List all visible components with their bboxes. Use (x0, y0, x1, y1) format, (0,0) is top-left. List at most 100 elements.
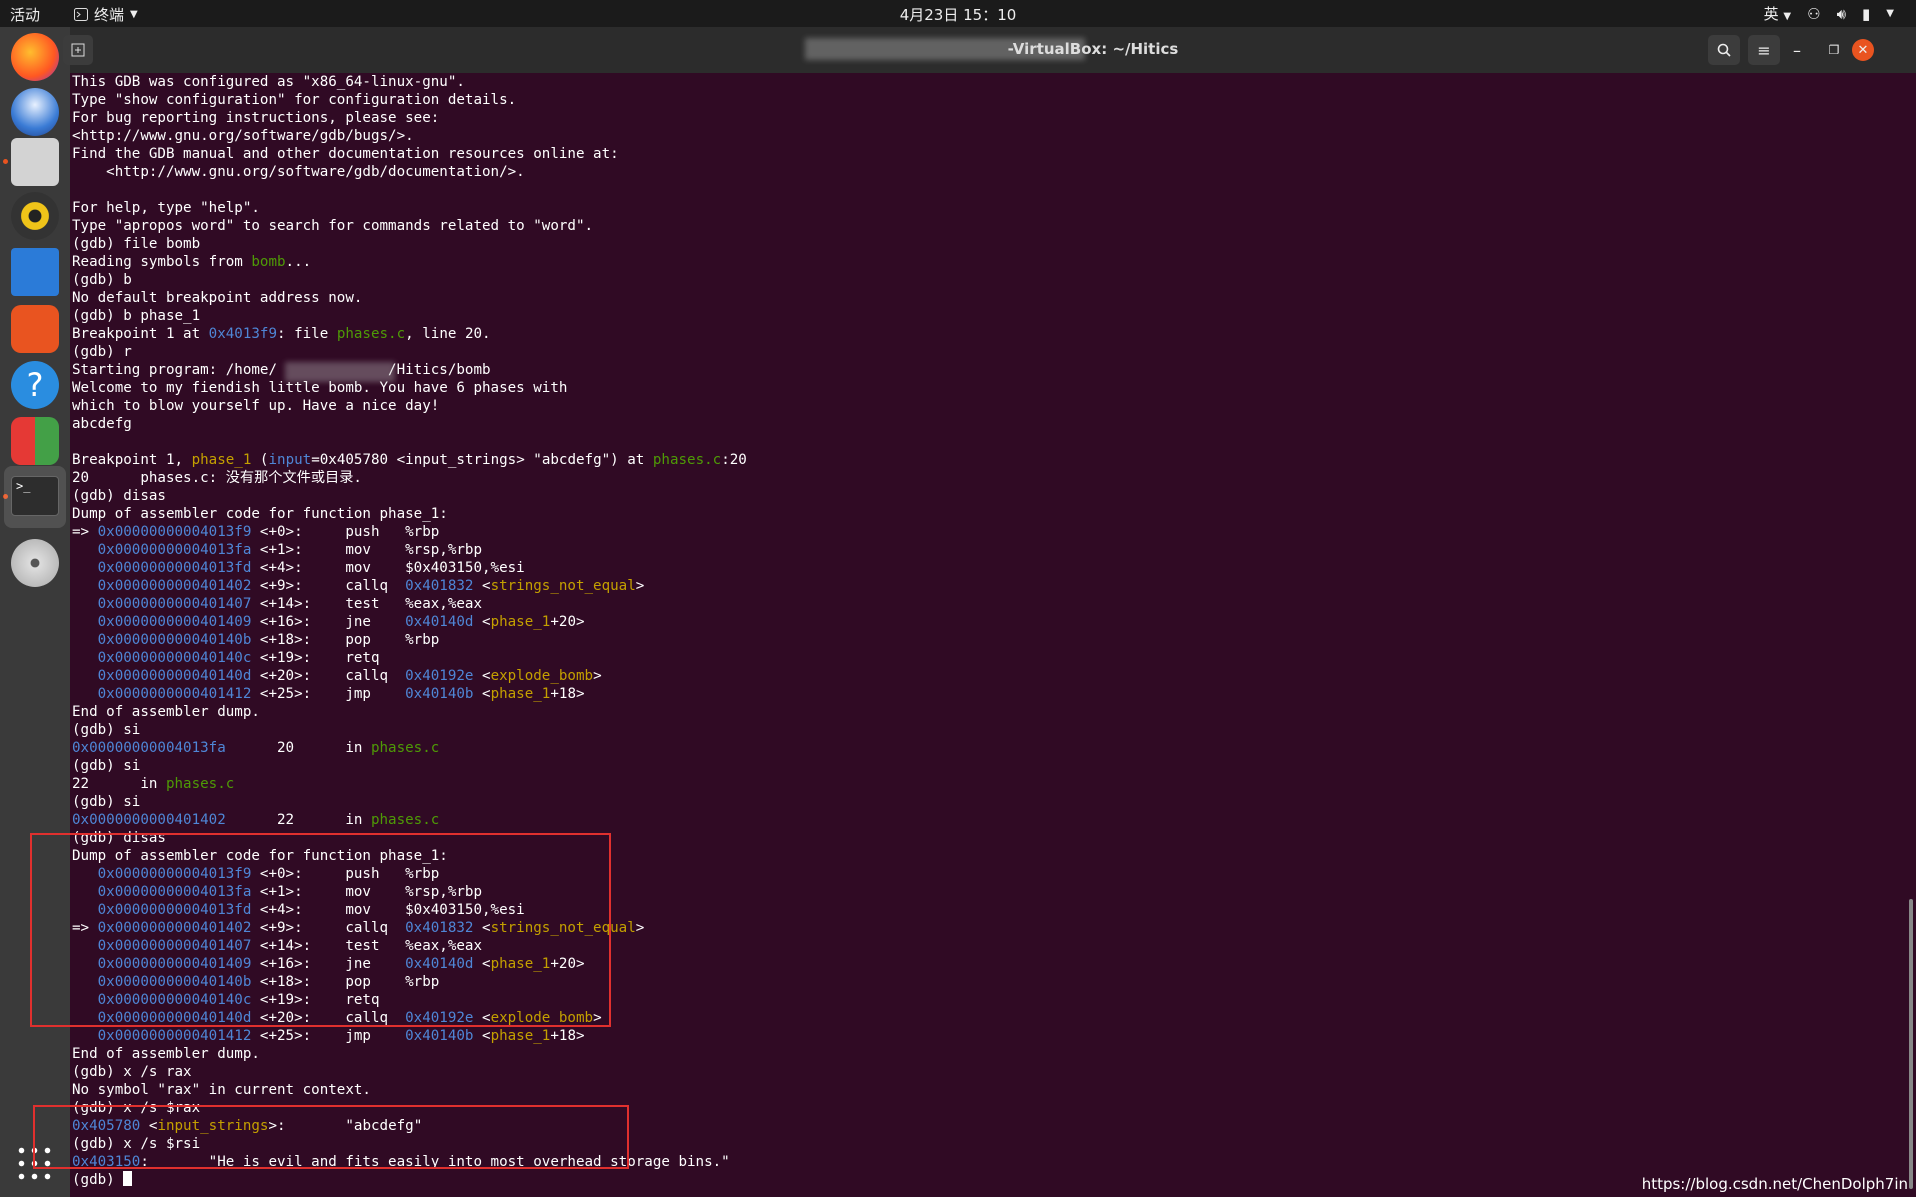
firefox-icon[interactable] (11, 33, 59, 81)
search-icon (1717, 43, 1731, 57)
terminal-line: (gdb) b phase_1 (72, 307, 747, 325)
terminal-line: No default breakpoint address now. (72, 289, 747, 307)
terminal-line: (gdb) si (72, 721, 747, 739)
network-icon: ⚇ (1807, 4, 1821, 23)
terminal-text: /Hitics/bomb (388, 362, 491, 378)
writer-icon[interactable] (11, 248, 59, 296)
terminal-text: => (72, 524, 98, 540)
virtualbox-icon[interactable] (11, 417, 59, 465)
terminal-line: (gdb) r (72, 343, 747, 361)
terminal-text: 0x0000000000401407 (97, 596, 252, 612)
terminal-text: abcdefg (72, 416, 132, 432)
terminal-text: phases.c (336, 326, 406, 342)
minimize-button[interactable]: – (1785, 35, 1809, 65)
terminal-line: (gdb) x /s rax (72, 1063, 747, 1081)
terminal-text: phase_1 (191, 452, 252, 468)
terminal-text: phase_1 (490, 614, 551, 630)
terminal-text: No default breakpoint address now. (72, 290, 363, 306)
terminal-text: <+19>: retq (251, 650, 380, 666)
terminal-text: bomb (251, 254, 286, 270)
terminal-text: <+14>: test %eax,%eax (251, 596, 482, 612)
terminal-line: This GDB was configured as "x86_64-linux… (72, 73, 747, 91)
terminal-text: 20 in (225, 740, 371, 756)
terminal-text: +18> (550, 686, 585, 702)
running-indicator (3, 159, 8, 164)
terminal-text: This GDB was configured as "x86_64-linux… (72, 74, 465, 90)
terminal-line: Type "show configuration" for configurat… (72, 91, 747, 109)
terminal-line: (gdb) si (72, 757, 747, 775)
menu-button[interactable]: ≡ (1748, 35, 1780, 65)
title-bar[interactable]: -VirtualBox: ~/Hitics ≡ – ❐ ✕ (63, 27, 1916, 73)
terminal-line: 0x0000000000401412 <+25>: jmp 0x40140b <… (72, 1027, 747, 1045)
terminal-text: < (473, 668, 491, 684)
terminal-icon[interactable]: >_ (4, 466, 66, 528)
terminal-line: 0x00000000004013fd <+4>: mov $0x403150,%… (72, 559, 747, 577)
terminal-text: Breakpoint 1, (72, 452, 192, 468)
terminal-text: which to blow yourself up. Have a nice d… (72, 398, 440, 414)
terminal-line: End of assembler dump. (72, 1045, 747, 1063)
terminal-text: +20> (550, 614, 585, 630)
terminal-line: 22 in phases.c (72, 775, 747, 793)
terminal-line: Breakpoint 1 at 0x4013f9: file phases.c,… (72, 325, 747, 343)
terminal-text: 0x00000000004013f9 (97, 524, 252, 540)
terminal-text: Reading symbols from (72, 254, 252, 270)
terminal-text: phases.c (165, 776, 235, 792)
terminal-output[interactable]: This GDB was configured as "x86_64-linux… (30, 73, 1916, 1197)
terminal-text: 0x000000000040140d (97, 668, 252, 684)
terminal-text: phase_1 (490, 1028, 551, 1044)
terminal-text: 0x0000000000401412 (97, 686, 252, 702)
terminal-line: Dump of assembler code for function phas… (72, 505, 747, 523)
search-button[interactable] (1708, 35, 1740, 65)
terminal-text: < (473, 1028, 491, 1044)
terminal-text: ( (251, 452, 269, 468)
terminal-text: (gdb) si (72, 758, 141, 774)
clock[interactable]: 4月23日 15：10 (0, 4, 1916, 25)
input-method-indicator[interactable]: 英 ▼ (1764, 3, 1792, 24)
terminal-line: 0x000000000040140d <+20>: callq 0x40192e… (72, 667, 747, 685)
rhythmbox-icon[interactable] (11, 192, 59, 240)
terminal-line: => 0x00000000004013f9 <+0>: push %rbp (72, 523, 747, 541)
terminal-line: abcdefg (72, 415, 747, 433)
terminal-text: =0x405780 <input_strings> "abcdefg") at (311, 452, 653, 468)
window-title: -VirtualBox: ~/Hitics (1007, 40, 1179, 58)
files-icon[interactable] (11, 138, 59, 186)
terminal-text: 0x0000000000401402 (72, 812, 226, 828)
terminal-text: 0x00000000004013fa (97, 542, 252, 558)
maximize-button[interactable]: ❐ (1822, 35, 1846, 65)
terminal-line: For bug reporting instructions, please s… (72, 109, 747, 127)
terminal-text: 0x000000000040140b (97, 632, 252, 648)
disc-icon[interactable] (11, 539, 59, 587)
terminal-line: Find the GDB manual and other documentat… (72, 145, 747, 163)
thunderbird-icon[interactable] (11, 88, 59, 136)
help-icon[interactable]: ? (11, 361, 59, 409)
input-method-label: 英 (1763, 5, 1779, 23)
terminal-text: <+20>: callq (251, 668, 406, 684)
terminal-text: input (268, 452, 312, 468)
chevron-down-icon: ▼ (1886, 8, 1894, 19)
terminal-text: 0x0000000000401412 (97, 1028, 252, 1044)
system-tray[interactable]: 英 ▼ ⚇ 🔊︎ ▮ ▼ (1764, 3, 1894, 24)
terminal-line: 0x0000000000401407 <+14>: test %eax,%eax (72, 595, 747, 613)
close-icon: ✕ (1857, 42, 1869, 58)
battery-icon: ▮ (1862, 4, 1871, 23)
terminal-line: (gdb) si (72, 793, 747, 811)
close-button[interactable]: ✕ (1852, 39, 1874, 61)
terminal-line: No symbol "rax" in current context. (72, 1081, 747, 1099)
terminal-line: 0x0000000000401402 22 in phases.c (72, 811, 747, 829)
terminal-text: ... (285, 254, 312, 270)
terminal-text: <+16>: jne (251, 614, 406, 630)
scrollbar[interactable] (1909, 899, 1913, 1189)
terminal-text: <http://www.gnu.org/software/gdb/documen… (72, 164, 525, 180)
terminal-text: Dump of assembler code for function phas… (72, 506, 448, 522)
software-icon[interactable] (11, 305, 59, 353)
terminal-text: 22 in (72, 776, 166, 792)
terminal-text: phases.c (370, 812, 440, 828)
highlight-box-disassembly (30, 833, 611, 1027)
terminal-text: (gdb) (72, 1172, 124, 1188)
terminal-text: (gdb) file bomb (72, 236, 201, 252)
terminal-text: For help, type "help". (72, 200, 260, 216)
